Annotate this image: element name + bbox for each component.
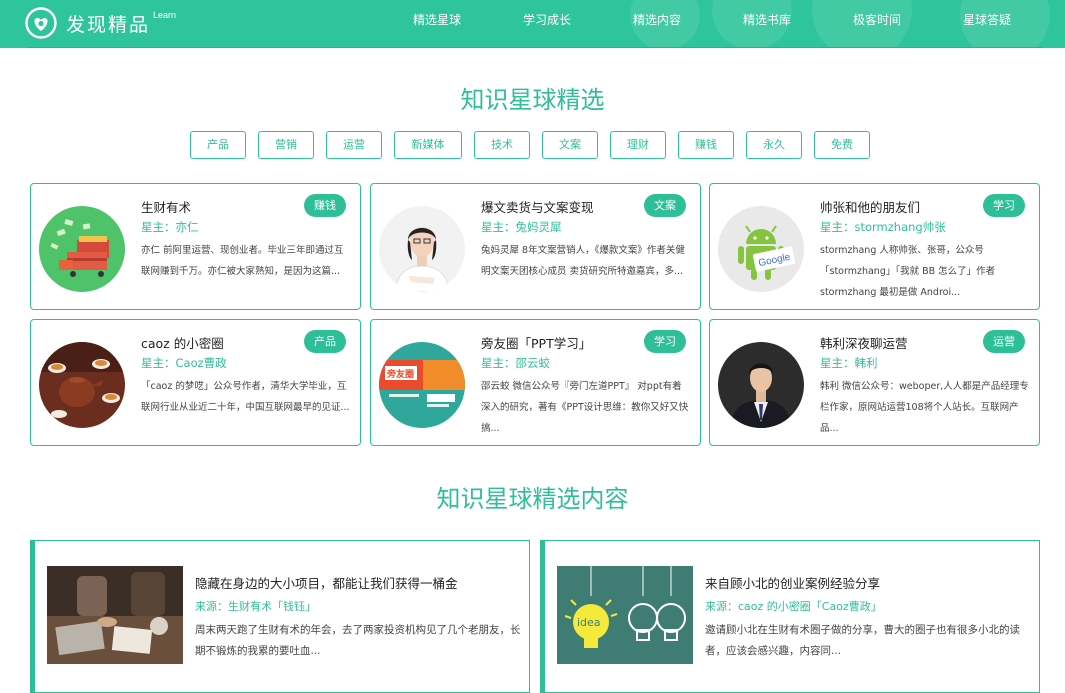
tag-tech[interactable]: 技术 xyxy=(474,131,530,159)
card-owner: 星主：邵云蛟 xyxy=(481,356,550,370)
card-owner: 星主：亦仁 xyxy=(141,220,199,234)
svg-text:idea: idea xyxy=(577,616,601,629)
nav-item-planet-qa[interactable]: 星球答疑 xyxy=(932,0,1042,44)
card-description: 亦仁 前阿里运营、现创业者。毕业三年即通过互联网赚到千万。亦仁被大家熟知，是因为… xyxy=(141,245,344,277)
top-header: 发现精品 Learn 精选星球 学习成长 精选内容 精选书库 极客时间 星球答疑 xyxy=(0,0,1065,48)
category-badge: 学习 xyxy=(644,330,686,353)
category-badge: 运营 xyxy=(983,330,1025,353)
avatar xyxy=(39,206,125,292)
card-owner: 星主：韩利 xyxy=(820,356,878,370)
content-thumbnail xyxy=(47,566,183,664)
tea-set-image xyxy=(39,342,125,428)
category-badge: 产品 xyxy=(304,330,346,353)
content-card[interactable]: idea 来自顾小北的创业案例经验分享 来源：caoz 的小密圈「Caoz曹政」… xyxy=(540,540,1040,693)
content-description: 周末两天跑了生财有术的年会，去了两家投资机构见了几个老朋友，长期不锻炼的我累的要… xyxy=(195,624,521,657)
content-description: 邀请顾小北在生财有术圈子做的分享，曹大的圈子也有很多小北的读者，应该会感兴趣，内… xyxy=(705,624,1020,657)
tag-marketing[interactable]: 营销 xyxy=(258,131,314,159)
avatar: Google xyxy=(718,206,804,292)
svg-text:旁友圈: 旁友圈 xyxy=(386,368,414,380)
heart-logo-icon xyxy=(25,7,57,39)
card-description: 邵云蛟 微信公众号『旁门左道PPT』 对ppt有着深入的研究，著有《PPT设计思… xyxy=(481,381,689,434)
card-title: 爆文卖货与文案变现 xyxy=(481,200,594,215)
content-thumbnail: idea xyxy=(557,566,693,664)
category-badge: 学习 xyxy=(983,194,1025,217)
money-basket-image xyxy=(39,206,125,292)
tag-permanent[interactable]: 永久 xyxy=(746,131,802,159)
section-title-featured-planets: 知识星球精选 xyxy=(460,86,605,114)
content-title: 隐藏在身边的大小项目，都能让我们获得一桶金 xyxy=(195,576,458,591)
nav-item-featured-planets[interactable]: 精选星球 xyxy=(382,0,492,44)
card-description: 韩利 微信公众号：weboper,人人都是产品经理专栏作家，原网站运营108将个… xyxy=(820,381,1029,434)
man-portrait-image xyxy=(718,342,804,428)
card-description: stormzhang 人称帅张、张哥，公众号「stormzhang」「我就 BB… xyxy=(820,245,996,298)
logo-sup: Learn xyxy=(153,10,177,20)
meeting-photo-image xyxy=(47,566,183,664)
nav-item-featured-books[interactable]: 精选书库 xyxy=(712,0,822,44)
logo-text: 发现精品 xyxy=(66,13,151,36)
card-owner: 星主：兔妈灵犀 xyxy=(481,220,562,234)
card-title: caoz 的小密圈 xyxy=(141,336,224,351)
logo[interactable]: 发现精品 Learn xyxy=(24,6,176,40)
planet-card[interactable]: 爆文卖货与文案变现 星主：兔妈灵犀 兔妈灵犀 8年文案营销人，《爆款文案》作者关… xyxy=(370,183,701,310)
category-tags: 产品 营销 运营 新媒体 技术 文案 理财 赚钱 永久 免费 xyxy=(190,131,882,159)
content-source[interactable]: 来源：caoz 的小密圈「Caoz曹政」 xyxy=(705,598,882,614)
tag-operations[interactable]: 运营 xyxy=(326,131,382,159)
card-title: 旁友圈「PPT学习」 xyxy=(481,336,592,351)
nav-item-geek-time[interactable]: 极客时间 xyxy=(822,0,932,44)
lightbulbs-idea-image: idea xyxy=(557,566,693,664)
card-title: 韩利深夜聊运营 xyxy=(820,336,908,351)
tag-finance[interactable]: 理财 xyxy=(610,131,666,159)
category-badge: 文案 xyxy=(644,194,686,217)
header-strip xyxy=(28,47,1043,48)
nav-item-learning[interactable]: 学习成长 xyxy=(492,0,602,44)
planet-card[interactable]: 生财有术 星主：亦仁 亦仁 前阿里运营、现创业者。毕业三年即通过互联网赚到千万。… xyxy=(30,183,361,310)
card-owner: 星主：Caoz曹政 xyxy=(141,356,227,370)
tag-free[interactable]: 免费 xyxy=(814,131,870,159)
card-description: 兔妈灵犀 8年文案营销人，《爆款文案》作者关健明文案天团核心成员 卖货研究所特邀… xyxy=(481,245,685,277)
avatar: 旁友圈 xyxy=(379,342,465,428)
avatar xyxy=(718,342,804,428)
ppt-cover-image: 旁友圈 xyxy=(379,342,465,428)
android-google-image: Google xyxy=(718,206,804,292)
card-title: 生财有术 xyxy=(141,200,192,215)
tag-earn-money[interactable]: 赚钱 xyxy=(678,131,734,159)
planet-card[interactable]: 旁友圈 旁友圈「PPT学习」 星主：邵云蛟 邵云蛟 微信公众号『旁门左道PPT』… xyxy=(370,319,701,446)
content-source[interactable]: 来源：生财有术「钱钰」 xyxy=(195,598,316,614)
nav-item-featured-content[interactable]: 精选内容 xyxy=(602,0,712,44)
tag-copywriting[interactable]: 文案 xyxy=(542,131,598,159)
section-title-featured-content: 知识星球精选内容 xyxy=(436,485,629,513)
planet-card[interactable]: Google 帅张和他的朋友们 星主：stormzhang帅张 stormzha… xyxy=(709,183,1040,310)
card-description: 「caoz 的梦呓」公众号作者，清华大学毕业，互联网行业从业近二十年，中国互联网… xyxy=(141,381,350,413)
card-title: 帅张和他的朋友们 xyxy=(820,200,921,215)
avatar xyxy=(379,206,465,292)
avatar xyxy=(39,342,125,428)
category-badge: 赚钱 xyxy=(304,194,346,217)
content-card[interactable]: 隐藏在身边的大小项目，都能让我们获得一桶金 来源：生财有术「钱钰」 周末两天跑了… xyxy=(30,540,530,693)
card-owner: 星主：stormzhang帅张 xyxy=(820,220,946,234)
tag-product[interactable]: 产品 xyxy=(190,131,246,159)
planet-card[interactable]: caoz 的小密圈 星主：Caoz曹政 「caoz 的梦呓」公众号作者，清华大学… xyxy=(30,319,361,446)
woman-portrait-image xyxy=(379,206,465,292)
planet-card[interactable]: 韩利深夜聊运营 星主：韩利 韩利 微信公众号：weboper,人人都是产品经理专… xyxy=(709,319,1040,446)
content-title: 来自顾小北的创业案例经验分享 xyxy=(705,576,881,591)
main-nav: 精选星球 学习成长 精选内容 精选书库 极客时间 星球答疑 xyxy=(382,0,1042,44)
tag-new-media[interactable]: 新媒体 xyxy=(394,131,462,159)
